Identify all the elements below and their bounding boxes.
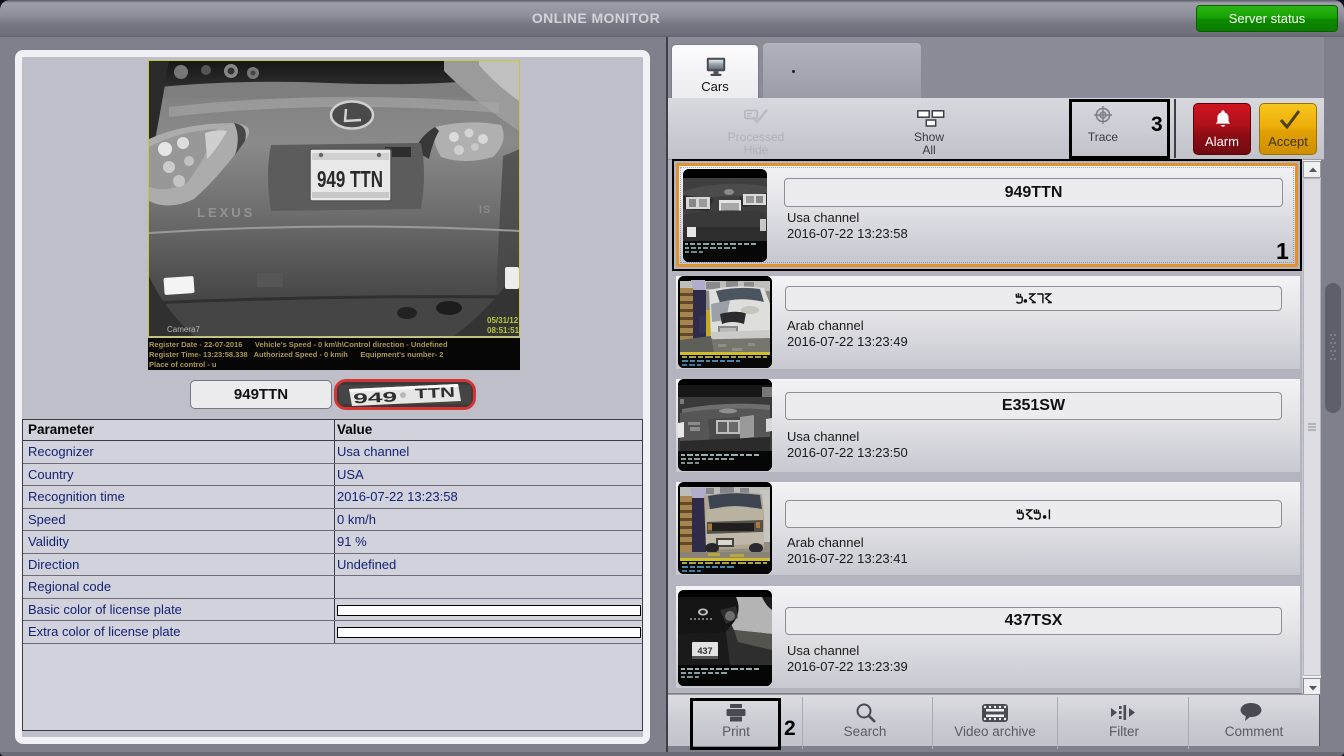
svg-text:437: 437 bbox=[697, 646, 712, 656]
svg-text:949: 949 bbox=[353, 388, 398, 406]
svg-text:05/31/12: 05/31/12 bbox=[487, 316, 519, 325]
svg-text:949 TTN: 949 TTN bbox=[317, 166, 383, 192]
svg-text:IS: IS bbox=[479, 204, 491, 216]
svg-text:LEXUS: LEXUS bbox=[197, 205, 255, 220]
svg-text:TTN: TTN bbox=[415, 384, 456, 402]
svg-text:08:51:51: 08:51:51 bbox=[487, 326, 519, 335]
svg-text:Camera7: Camera7 bbox=[167, 325, 200, 334]
